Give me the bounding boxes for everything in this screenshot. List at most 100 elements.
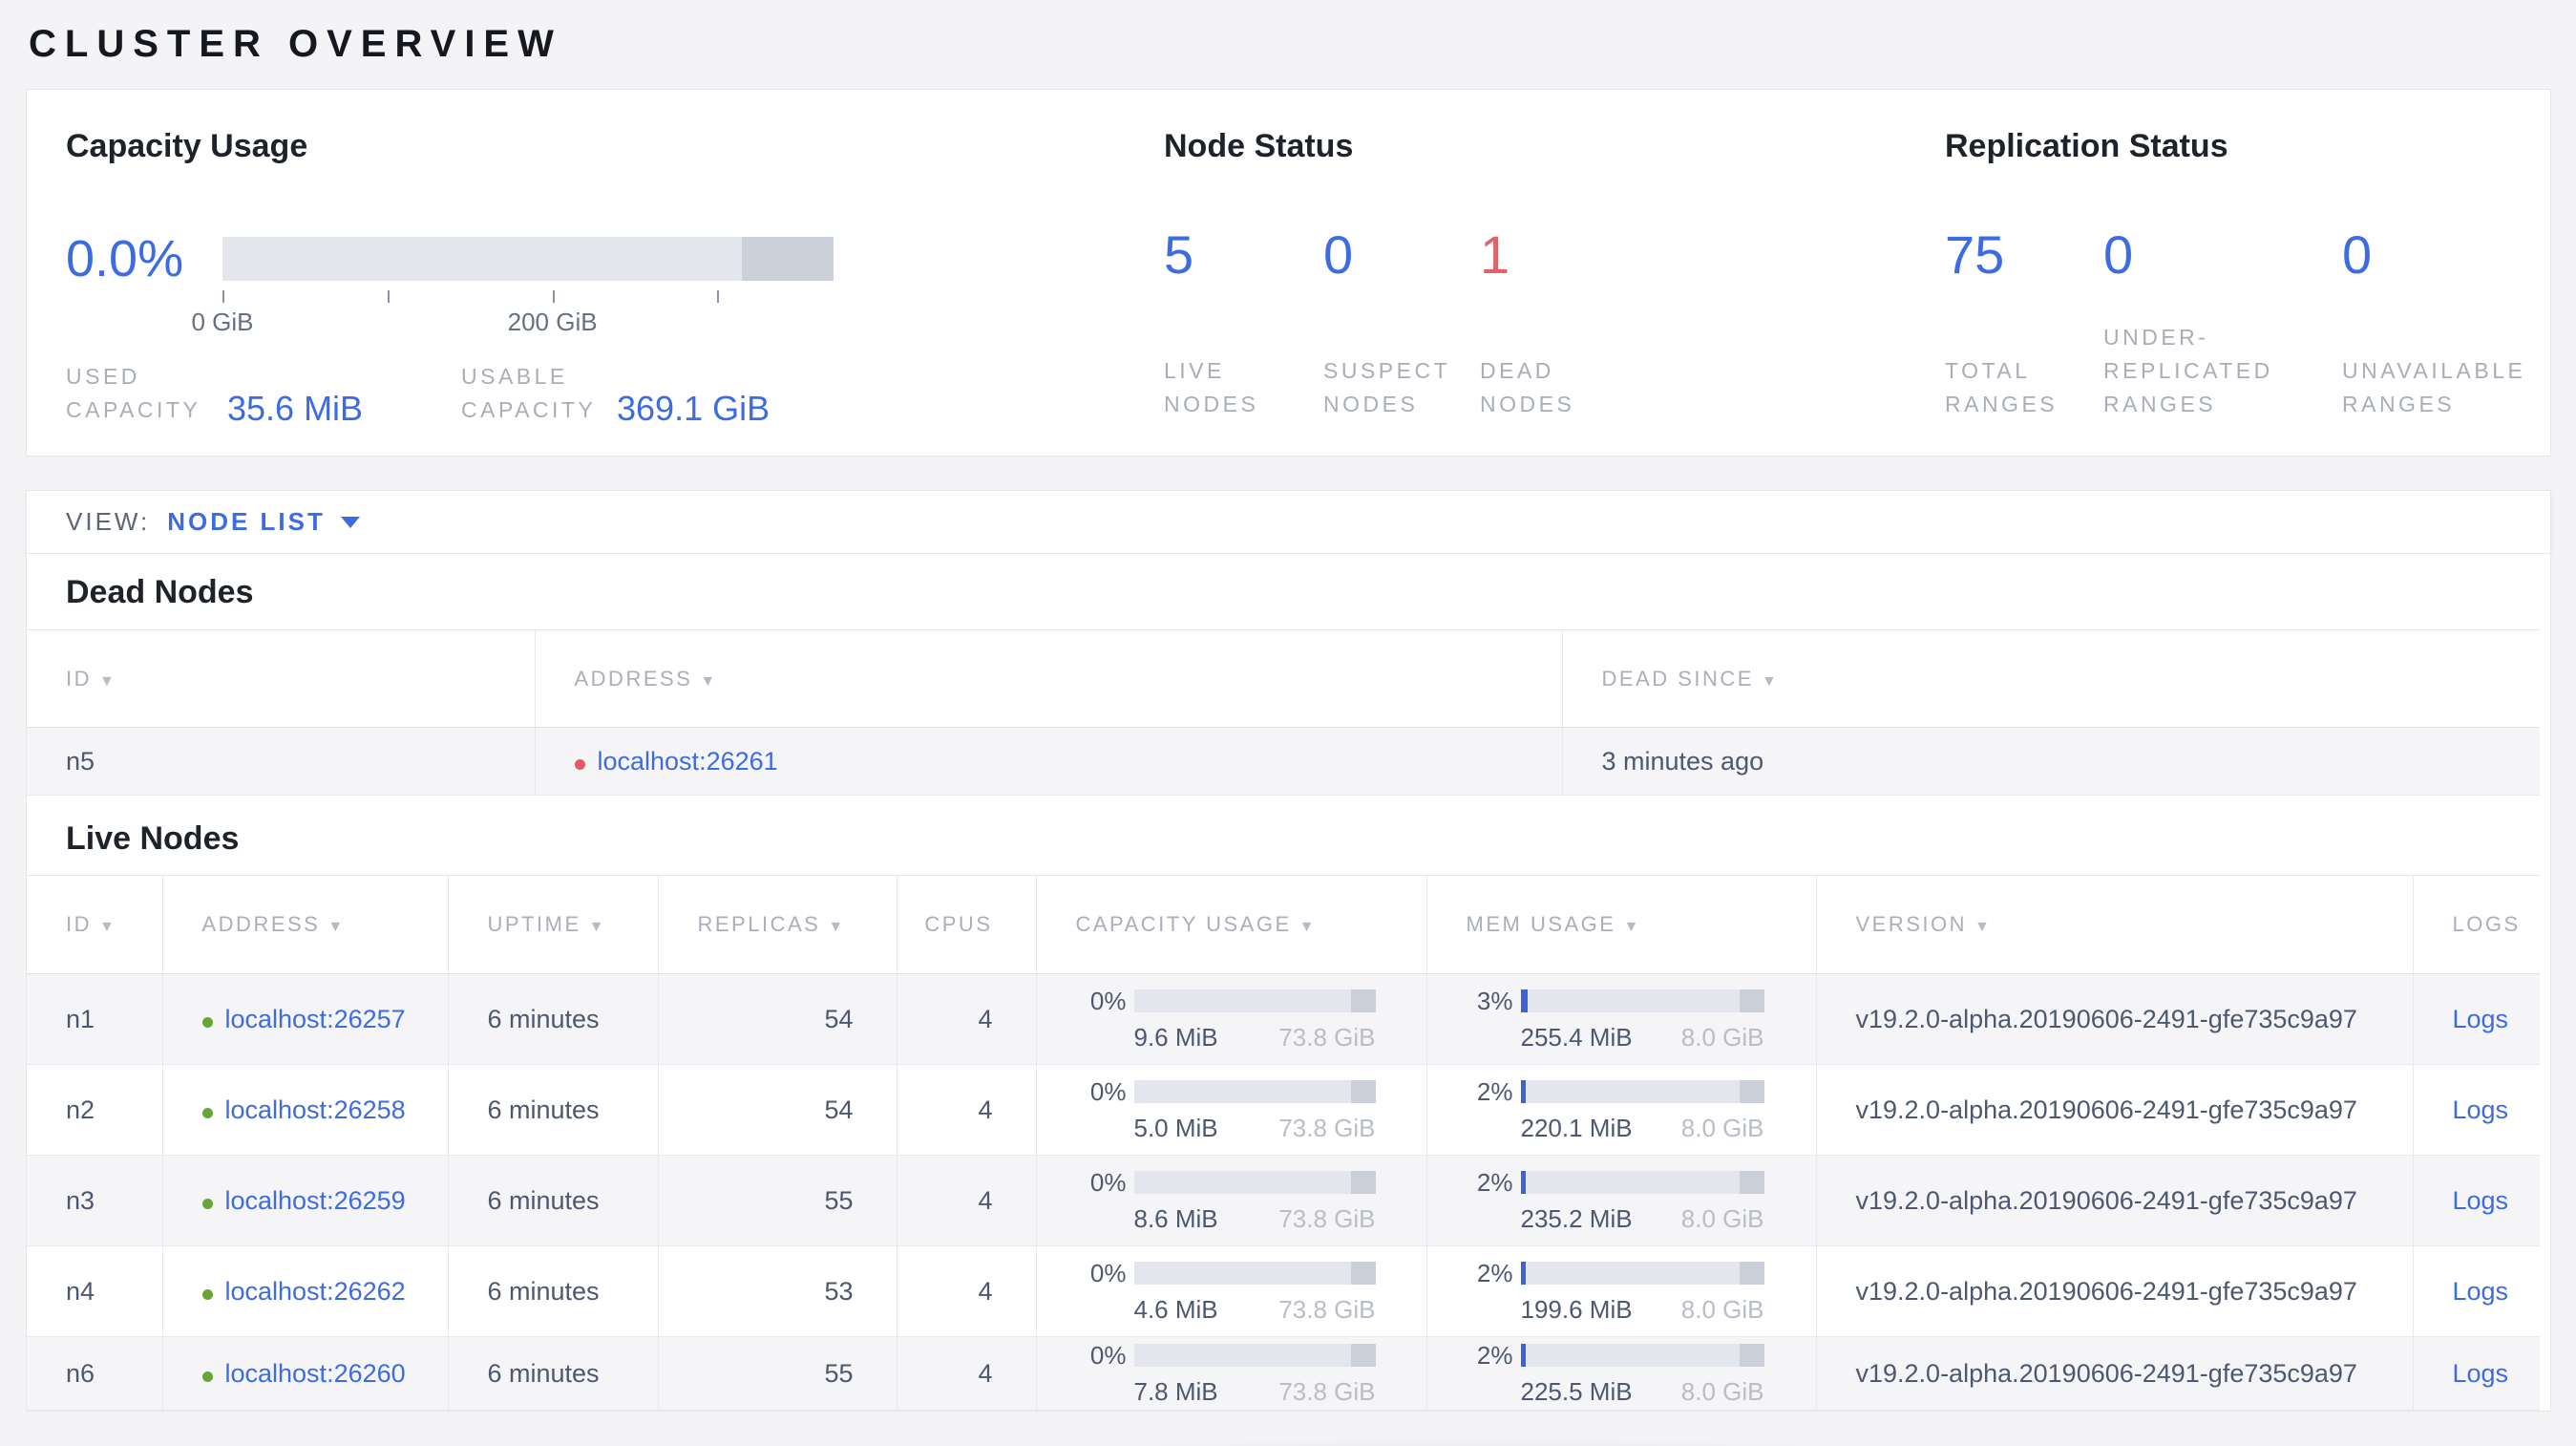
sort-arrow-icon[interactable]: ▼	[99, 673, 116, 690]
sort-arrow-icon[interactable]: ▼	[589, 919, 606, 935]
cpus-cell: 4	[897, 1336, 1037, 1411]
status-dot-icon	[201, 1371, 213, 1382]
logs-cell: Logs	[2413, 1155, 2540, 1246]
mem-usage-bar-row: 2%	[1464, 1259, 1764, 1288]
column-header-version[interactable]: VERSION ▼	[1816, 875, 2414, 974]
version-cell: v19.2.0-alpha.20190606-2491-gfe735c9a97	[1816, 1155, 2414, 1246]
node-address-cell: localhost:26260	[162, 1336, 449, 1411]
column-header-capacity-usage[interactable]: CAPACITY USAGE ▼	[1036, 875, 1427, 974]
capacity-stat-value: 35.6 MiB	[227, 389, 364, 428]
sort-arrow-icon[interactable]: ▼	[700, 673, 717, 690]
dead-since-cell: 3 minutes ago	[1562, 727, 2540, 796]
capacity-usage-values: 4.6 MiB 73.8 GiB	[1134, 1295, 1376, 1325]
column-header-address[interactable]: ADDRESS ▼	[162, 875, 449, 974]
capacity-stat-value: 369.1 GiB	[617, 389, 771, 428]
capacity-stat-label: USABLE CAPACITY	[461, 364, 597, 422]
capacity-gauge-reserved-segment	[742, 237, 834, 281]
capacity-usage-total-value: 73.8 GiB	[1278, 1022, 1376, 1052]
node-address-link[interactable]: localhost:26261	[598, 747, 778, 776]
mem-usage-bar	[1520, 1344, 1764, 1367]
logs-link[interactable]: Logs	[2453, 1359, 2509, 1388]
capacity-stat-label: USED CAPACITY	[66, 364, 201, 422]
column-header-label: MEM USAGE	[1466, 912, 1616, 936]
logs-link[interactable]: Logs	[2453, 1095, 2509, 1124]
column-header-id[interactable]: ID ▼	[27, 875, 163, 974]
capacity-usage-bar	[1133, 1344, 1376, 1367]
cpus-cell: 4	[897, 1064, 1037, 1156]
node-address-link[interactable]: localhost:26257	[225, 1005, 406, 1033]
column-header-label: ID	[66, 912, 92, 936]
capacity-usage-bar-row: 0%	[1077, 987, 1376, 1016]
logs-cell: Logs	[2413, 1336, 2540, 1411]
column-header-label: ADDRESS	[201, 912, 321, 936]
capacity-gauge-bar	[222, 237, 834, 281]
node-address-link[interactable]: localhost:26258	[225, 1095, 406, 1124]
capacity-usage-reserved-segment	[1351, 989, 1376, 1012]
mem-usage-reserved-segment	[1740, 989, 1764, 1012]
capacity-usage-used-value: 4.6 MiB	[1133, 1294, 1218, 1324]
sort-arrow-icon[interactable]: ▼	[1762, 673, 1779, 690]
mem-usage-bar-row: 2%	[1464, 1341, 1764, 1371]
mem-usage-used-value: 225.5 MiB	[1520, 1376, 1633, 1406]
live-node-row: n2 localhost:26258 6 minutes 54 4 0% 5.0 MiB 73…	[27, 1064, 2540, 1156]
status-dot-icon	[201, 1107, 213, 1118]
capacity-usage: 0% 4.6 MiB 73.8 GiB	[1077, 1259, 1376, 1325]
capacity-usage-values: 7.8 MiB 73.8 GiB	[1134, 1377, 1376, 1407]
status-dot-icon	[201, 1288, 213, 1300]
column-header-address[interactable]: ADDRESS ▼	[535, 629, 1563, 728]
capacity-usage-reserved-segment	[1351, 1171, 1376, 1194]
capacity-usage-bar-row: 0%	[1077, 1168, 1376, 1198]
mem-usage-bar-row: 2%	[1464, 1168, 1764, 1198]
node-address-link[interactable]: localhost:26259	[225, 1186, 406, 1215]
replication-status-section: Replication Status 75 0 0 TOTAL RANGES UNDE…	[1945, 90, 2556, 456]
mem-usage-cell: 2% 225.5 MiB 8.0 GiB	[1426, 1336, 1817, 1411]
mem-usage-percent: 3%	[1476, 986, 1513, 1015]
column-header-label: ID	[66, 666, 92, 691]
uptime-cell: 6 minutes	[448, 1064, 659, 1156]
sort-arrow-icon[interactable]: ▼	[99, 919, 116, 935]
column-header-cpus: CPUS	[897, 875, 1037, 974]
gauge-tick	[222, 290, 224, 303]
sort-arrow-icon[interactable]: ▼	[828, 919, 845, 935]
nodes-section: Dead Nodes ID ▼ ADDRESS ▼ DEAD SINCE ▼ n5 loca…	[26, 554, 2551, 1412]
live-node-row: n1 localhost:26257 6 minutes 54 4 0% 9.6 MiB 73…	[27, 973, 2540, 1065]
capacity-usage-bar	[1133, 1080, 1376, 1103]
capacity-usage-title: Capacity Usage	[66, 128, 308, 164]
replication-status-title: Replication Status	[1945, 128, 2228, 164]
mem-usage-cell: 3% 255.4 MiB 8.0 GiB	[1426, 973, 1817, 1065]
capacity-usage-used-value: 7.8 MiB	[1133, 1376, 1218, 1406]
node-address-link[interactable]: localhost:26262	[225, 1277, 406, 1306]
capacity-usage-bar-row: 0%	[1077, 1341, 1376, 1371]
mem-usage: 2% 199.6 MiB 8.0 GiB	[1464, 1259, 1764, 1325]
column-header-id[interactable]: ID ▼	[27, 629, 536, 728]
mem-usage-used-value: 220.1 MiB	[1520, 1113, 1633, 1142]
live-nodes-header-row: ID ▼ ADDRESS ▼ UPTIME ▼ REPLICAS ▼ CPUS CAPACITY …	[27, 875, 2540, 974]
logs-link[interactable]: Logs	[2453, 1277, 2509, 1306]
sort-arrow-icon[interactable]: ▼	[1623, 919, 1640, 935]
logs-link[interactable]: Logs	[2453, 1005, 2509, 1033]
capacity-usage-cell: 0% 8.6 MiB 73.8 GiB	[1036, 1155, 1427, 1246]
status-dot-icon	[574, 758, 585, 770]
chevron-down-icon[interactable]	[340, 516, 360, 528]
column-header-replicas[interactable]: REPLICAS ▼	[658, 875, 897, 974]
replication-stat-label: UNAVAILABLE RANGES	[2342, 358, 2526, 416]
sort-arrow-icon[interactable]: ▼	[327, 919, 345, 935]
mem-usage-reserved-segment	[1740, 1080, 1764, 1103]
view-selector[interactable]: NODE LIST	[167, 507, 326, 537]
column-header-mem-usage[interactable]: MEM USAGE ▼	[1426, 875, 1817, 974]
mem-usage-percent: 2%	[1476, 1258, 1513, 1287]
capacity-usage-total-value: 73.8 GiB	[1278, 1294, 1376, 1324]
column-header-uptime[interactable]: UPTIME ▼	[448, 875, 659, 974]
mem-usage-cell: 2% 199.6 MiB 8.0 GiB	[1426, 1245, 1817, 1337]
node-address-link[interactable]: localhost:26260	[225, 1359, 406, 1388]
sort-arrow-icon[interactable]: ▼	[1974, 919, 1992, 935]
column-header-dead-since[interactable]: DEAD SINCE ▼	[1562, 629, 2540, 728]
sort-arrow-icon[interactable]: ▼	[1299, 919, 1317, 935]
logs-link[interactable]: Logs	[2453, 1186, 2509, 1215]
status-dot-icon	[201, 1016, 213, 1028]
capacity-usage-reserved-segment	[1351, 1262, 1376, 1285]
mem-usage-values: 199.6 MiB 8.0 GiB	[1521, 1295, 1764, 1325]
mem-usage-total-value: 8.0 GiB	[1680, 1113, 1764, 1142]
status-dot-icon	[201, 1198, 213, 1209]
replicas-cell: 55	[658, 1155, 897, 1246]
